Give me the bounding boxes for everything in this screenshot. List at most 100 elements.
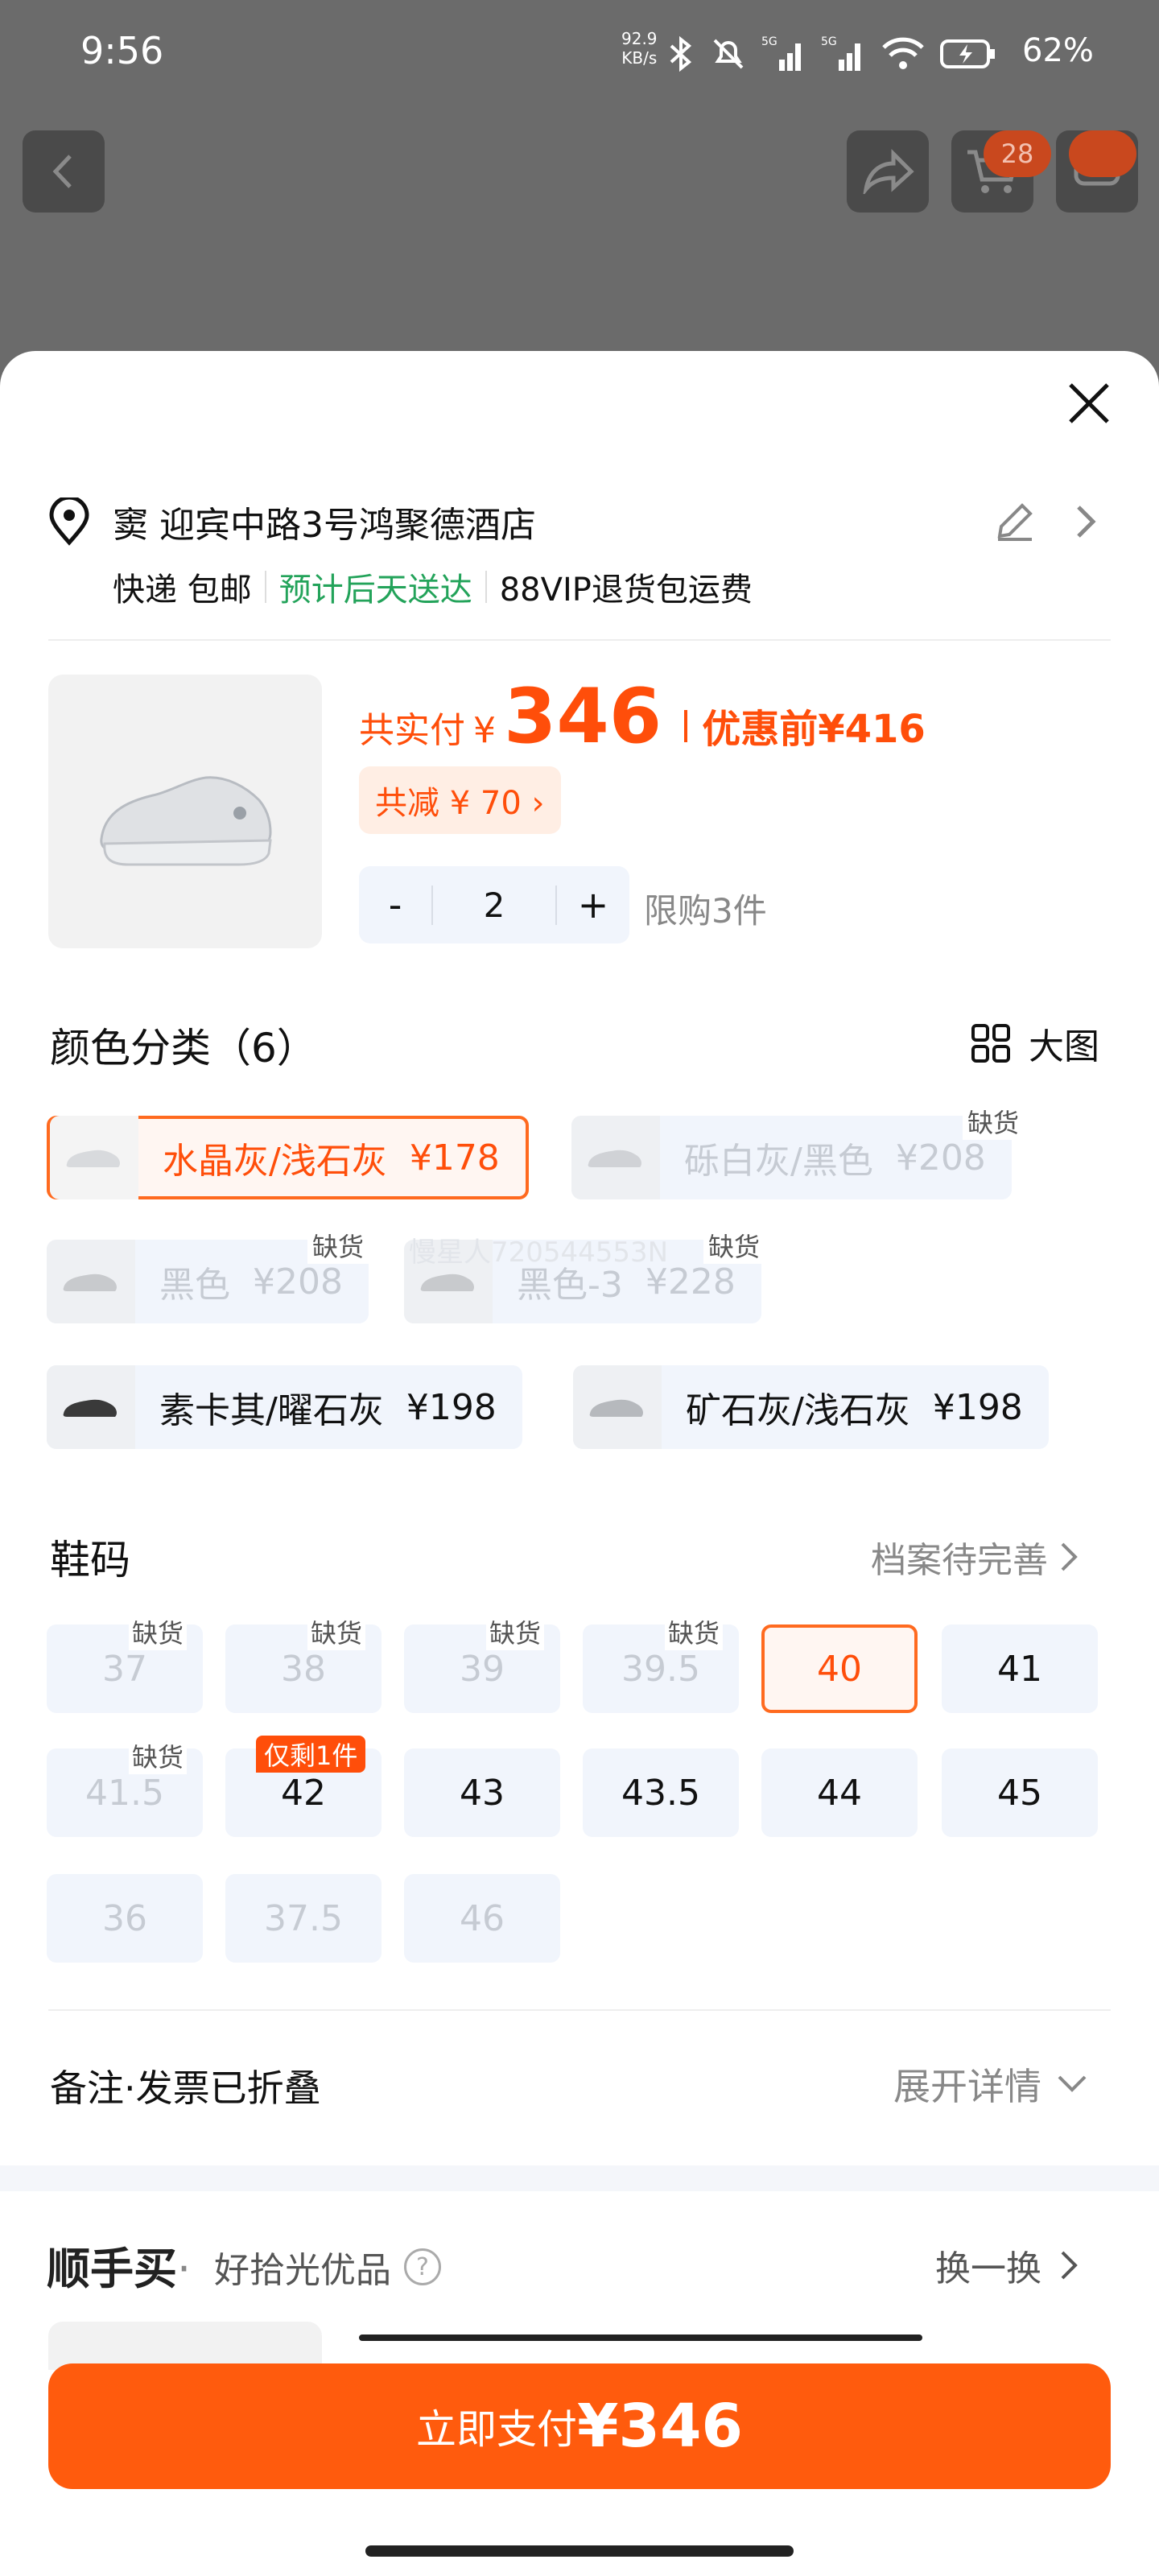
svg-text:5G: 5G: [761, 35, 777, 48]
size-option[interactable]: 44: [761, 1748, 918, 1837]
qty-value[interactable]: 2: [431, 885, 557, 925]
shoe-thumb-icon: [588, 1150, 641, 1167]
big-image-toggle[interactable]: 大图: [971, 1018, 1099, 1069]
pay-now-button[interactable]: 立即支付 ¥346: [48, 2363, 1111, 2489]
color-price: ¥208: [895, 1137, 986, 1179]
color-option[interactable]: 素卡其/曜石灰 ¥198: [47, 1365, 522, 1449]
ship-method: 快递 包邮: [113, 572, 252, 609]
shoe-thumb-icon: [420, 1274, 474, 1291]
out-of-stock-tag: 缺货: [963, 1103, 1025, 1140]
shoe-thumb-icon: [63, 1399, 117, 1417]
shoe-thumb-icon: [63, 1274, 117, 1291]
swap-label: 换一换: [935, 2248, 1041, 2289]
cart-badge: 28: [984, 130, 1051, 177]
shoe-thumb-icon: [589, 1399, 643, 1417]
section-divider: [0, 2165, 1159, 2191]
color-option[interactable]: 砾白灰/黑色 ¥208: [571, 1116, 1012, 1199]
network-speed: 92.9 KB/s: [621, 29, 658, 68]
return-info: 88VIP退货包运费: [499, 572, 753, 609]
pay-label: 立即支付: [416, 2406, 578, 2453]
logo-dot: ·: [177, 2244, 192, 2294]
out-of-stock-tag: 缺货: [703, 1227, 765, 1264]
expand-label: 展开详情: [893, 2065, 1041, 2108]
address-text[interactable]: 窦 迎宾中路3号鸿聚德酒店: [113, 496, 536, 547]
pay-amount: ¥346: [577, 2392, 743, 2461]
color-price: ¥198: [932, 1386, 1023, 1428]
out-of-stock-tag: 缺货: [307, 1227, 369, 1264]
recommend-item-title[interactable]: [359, 2322, 955, 2343]
price-summary: 共实付 ¥ 346 优惠前 ¥416: [359, 673, 926, 761]
qty-minus-button[interactable]: -: [359, 883, 431, 927]
help-icon[interactable]: ?: [404, 2248, 441, 2285]
size-option[interactable]: 45: [942, 1748, 1098, 1837]
size-option[interactable]: 41: [942, 1624, 1098, 1713]
divider: [48, 639, 1111, 641]
signal-icon-2: 5G: [821, 35, 860, 71]
edit-icon[interactable]: [992, 499, 1037, 544]
watermark: 慢星人720544553N: [409, 1236, 669, 1269]
chevron-down-icon: [1058, 2075, 1087, 2092]
wifi-icon: [882, 37, 924, 69]
logo-text: 顺手买: [47, 2244, 177, 2294]
share-icon: [863, 149, 914, 194]
divider: [264, 571, 266, 603]
speed-value: 92.9: [621, 29, 658, 48]
color-section-title: 颜色分类（6）: [50, 1025, 317, 1071]
product-image[interactable]: [48, 675, 322, 948]
recommend-item-image[interactable]: [48, 2322, 322, 2370]
mute-icon: [713, 39, 744, 69]
qty-plus-button[interactable]: +: [557, 883, 629, 927]
divider: [485, 571, 487, 603]
battery-percent: 62%: [1022, 32, 1094, 69]
shipping-info: 快递 包邮 预计后天送达 88VIP退货包运费: [113, 564, 753, 610]
color-thumb: [47, 1240, 135, 1323]
recommend-subtitle: 好拾光优品 ?: [214, 2241, 441, 2293]
out-of-stock-tag: 缺货: [486, 1613, 545, 1650]
size-option-selected[interactable]: 40: [761, 1624, 918, 1713]
color-name: 素卡其/曜石灰: [159, 1390, 384, 1431]
shoe-thumb-icon: [66, 1150, 120, 1167]
discount-badge[interactable]: 共减 ¥ 70 ›: [359, 766, 561, 834]
chevron-left-icon: [52, 155, 72, 188]
text-line: [359, 2334, 922, 2341]
original-price: ¥416: [818, 707, 926, 752]
size-option[interactable]: 36: [47, 1874, 203, 1963]
divider: [684, 710, 688, 742]
out-of-stock-tag: 缺货: [665, 1613, 724, 1650]
chevron-right-icon[interactable]: [1070, 502, 1099, 541]
share-button[interactable]: [847, 130, 929, 213]
status-icons: 5G 5G: [666, 34, 996, 74]
size-option[interactable]: 46: [404, 1874, 560, 1963]
speed-unit: KB/s: [621, 48, 658, 68]
out-of-stock-tag: 缺货: [129, 1737, 188, 1774]
close-icon[interactable]: [1064, 378, 1114, 428]
size-option[interactable]: 43.5: [583, 1748, 739, 1837]
swap-button[interactable]: 换一换: [935, 2240, 1083, 2291]
color-thumb: [571, 1116, 660, 1199]
price-label: 共实付: [359, 710, 465, 751]
shunshoumai-logo: 顺手买·: [47, 2233, 191, 2297]
size-option[interactable]: 37.5: [225, 1874, 382, 1963]
signal-icon: 5G: [761, 35, 801, 71]
home-indicator[interactable]: [365, 2545, 794, 2557]
delivery-eta: 预计后天送达: [278, 572, 472, 609]
size-profile-link[interactable]: 档案待完善: [871, 1531, 1083, 1583]
expand-details-button[interactable]: 展开详情: [893, 2058, 1090, 2111]
size-option[interactable]: 43: [404, 1748, 560, 1837]
battery-icon: [940, 39, 995, 68]
color-price: ¥178: [409, 1137, 500, 1179]
recommend-sub-label: 好拾光优品: [214, 2250, 391, 2291]
color-name: 矿石灰/浅石灰: [686, 1390, 910, 1431]
quantity-stepper: - 2 +: [359, 866, 629, 943]
color-thumb: [47, 1365, 135, 1449]
color-option[interactable]: 水晶灰/浅石灰 ¥178: [47, 1116, 529, 1199]
status-bar: 9:56 92.9 KB/s 5G 5G 62%: [0, 0, 1159, 105]
back-button[interactable]: [23, 130, 105, 213]
color-thumb: [573, 1365, 662, 1449]
color-option[interactable]: 矿石灰/浅石灰 ¥198: [573, 1365, 1049, 1449]
remark-invoice-label: 备注·发票已折叠: [50, 2066, 321, 2110]
color-name: 黑色: [159, 1265, 230, 1306]
size-section-title: 鞋码: [50, 1537, 130, 1583]
color-name: 砾白灰/黑色: [684, 1141, 873, 1182]
color-name: 水晶灰/浅石灰: [163, 1141, 387, 1182]
